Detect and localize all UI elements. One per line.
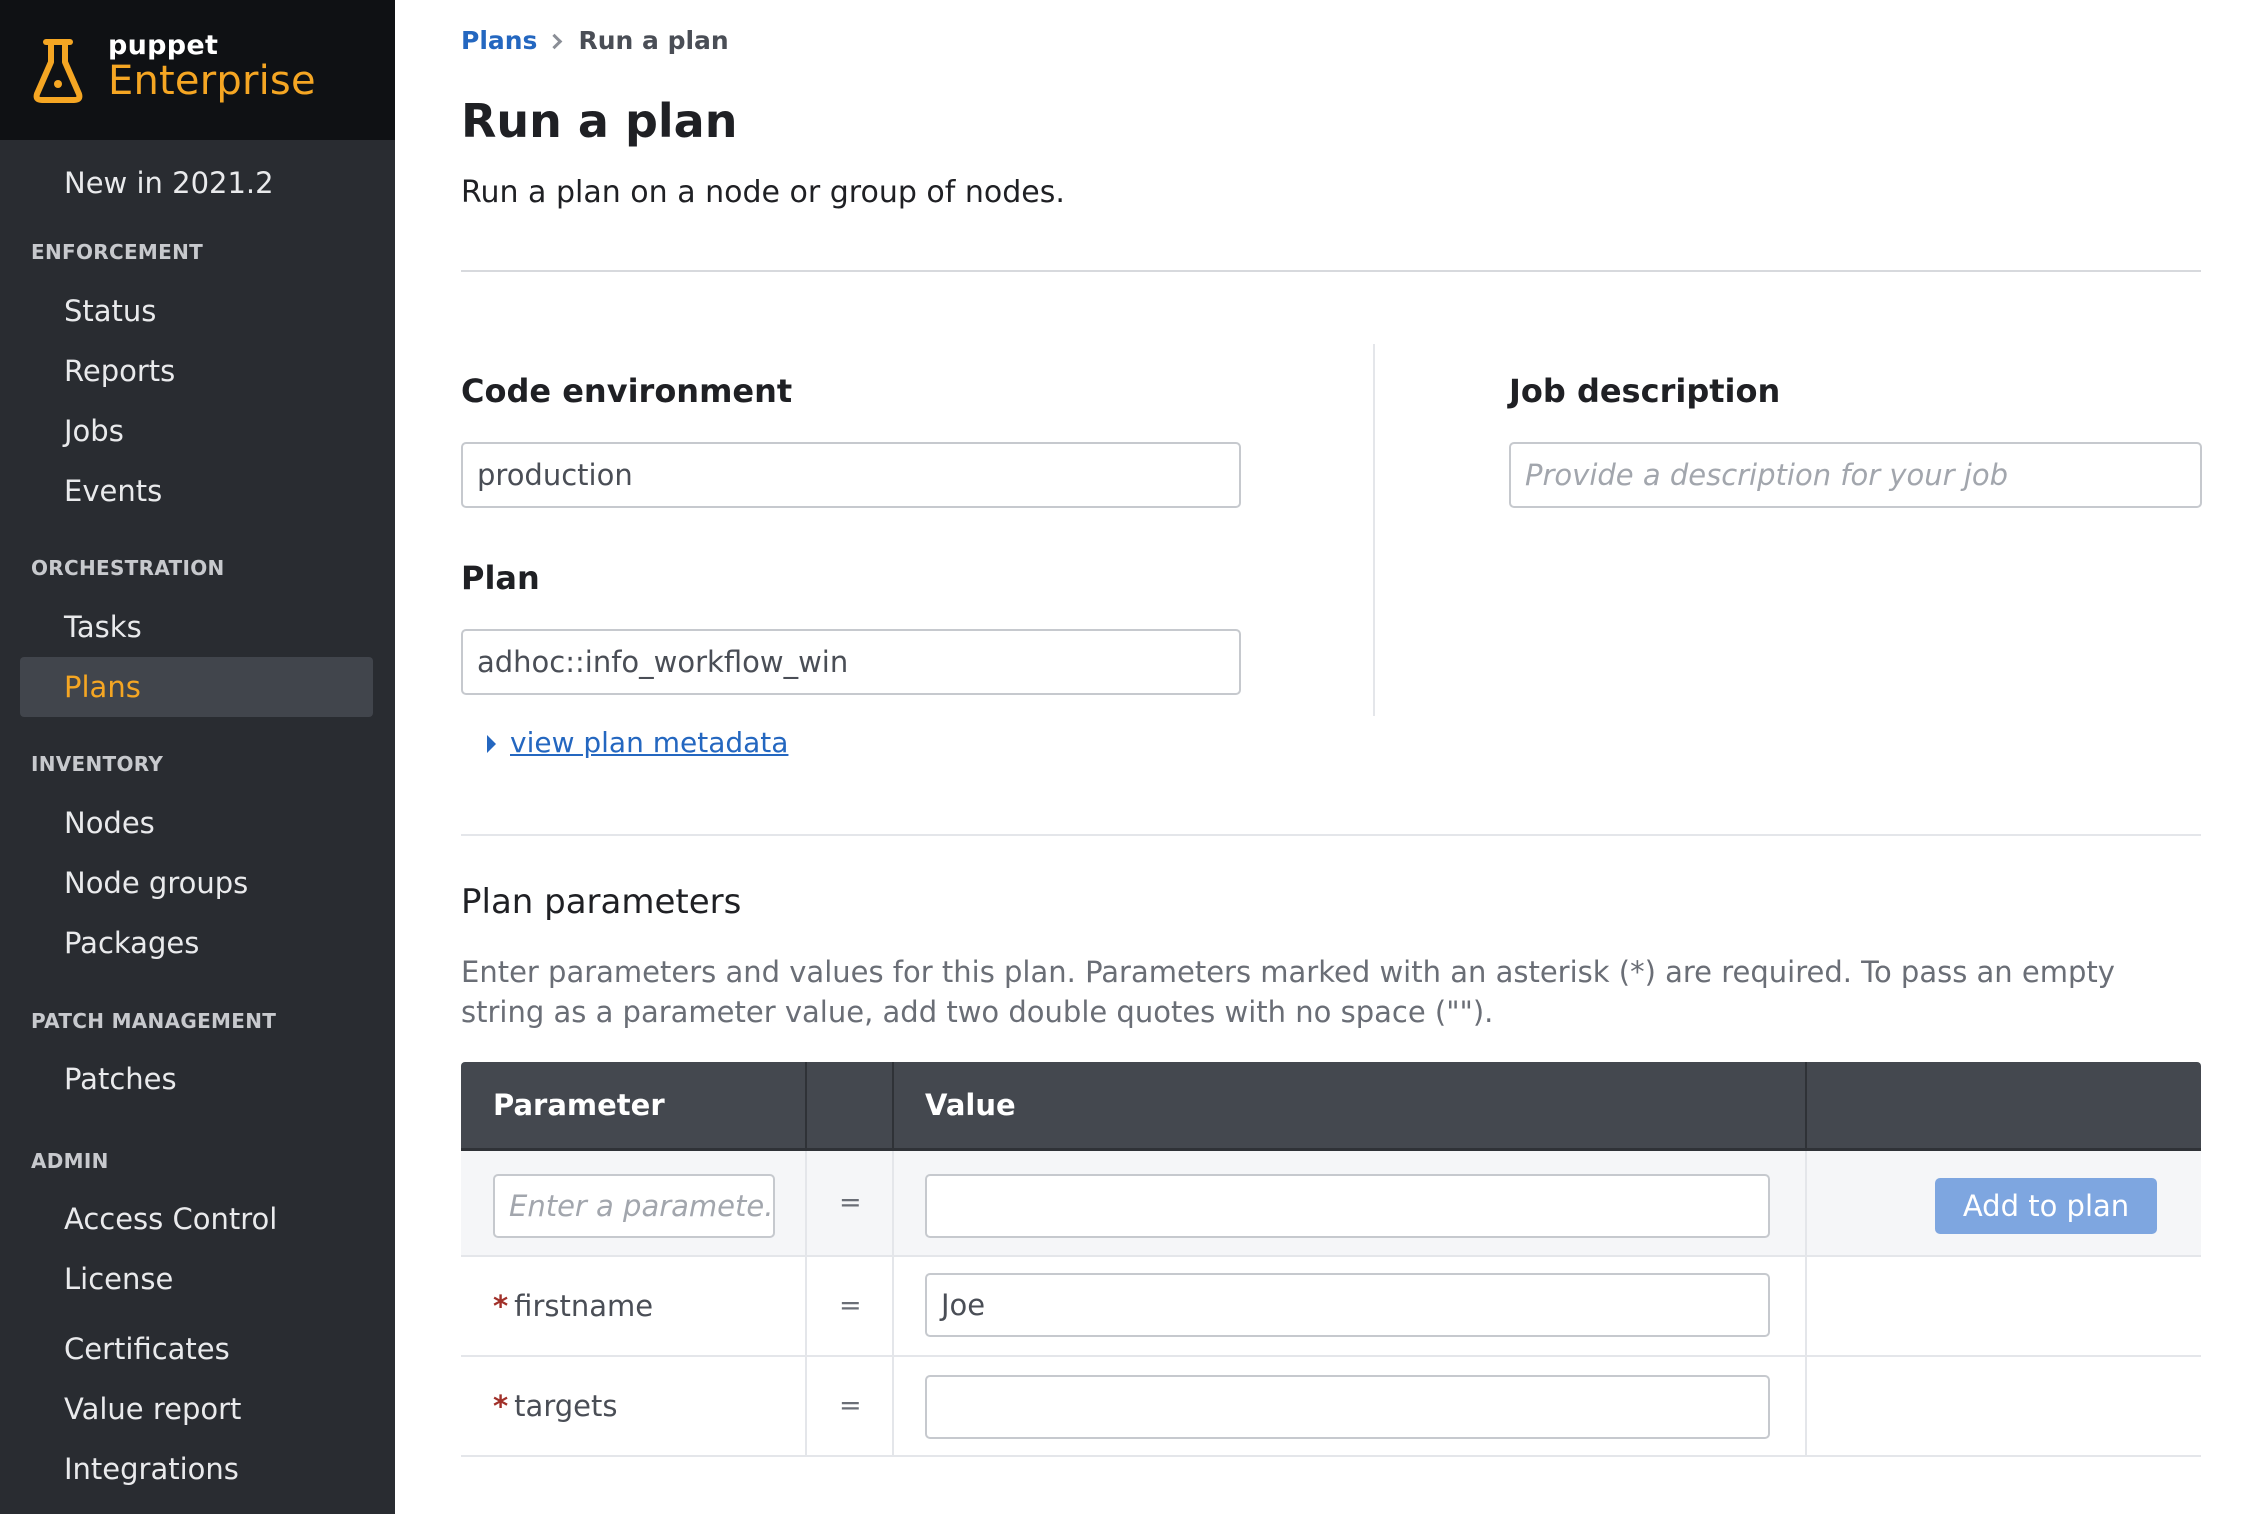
view-plan-metadata-link[interactable]: view plan metadata	[510, 726, 788, 759]
new-parameter-input[interactable]: Enter a paramete...	[493, 1174, 775, 1238]
job-description-label: Job description	[1509, 372, 1781, 410]
new-value-input[interactable]	[925, 1174, 1770, 1238]
sidebar-item-patches[interactable]: Patches	[64, 1062, 177, 1096]
section-divider	[461, 834, 2201, 836]
cell-divider	[805, 1357, 807, 1455]
page-title: Run a plan	[461, 94, 738, 148]
sidebar-item-status[interactable]: Status	[64, 294, 156, 328]
sidebar-item-reports[interactable]: Reports	[64, 354, 175, 388]
table-row-new-parameter: Enter a paramete... = Add to plan	[461, 1151, 2201, 1257]
sidebar-item-integrations[interactable]: Integrations	[64, 1452, 239, 1486]
header-divider	[461, 270, 2201, 272]
plan-input[interactable]: adhoc::info_workflow_win	[461, 629, 1241, 695]
cell-divider	[892, 1151, 894, 1255]
parameter-name: * targets	[493, 1389, 617, 1423]
table-header: Parameter Value	[461, 1062, 2201, 1151]
header-divider-2	[892, 1062, 894, 1148]
header-divider-1	[805, 1062, 807, 1148]
parameter-name-text: targets	[514, 1389, 618, 1423]
parameter-value-input[interactable]: Joe	[925, 1273, 1770, 1337]
form-column-divider	[1373, 344, 1375, 716]
header-divider-3	[1805, 1062, 1807, 1148]
equals-sign: =	[839, 1187, 862, 1218]
sidebar-item-nodes[interactable]: Nodes	[64, 806, 155, 840]
parameter-value-input[interactable]	[925, 1375, 1770, 1439]
add-to-plan-button[interactable]: Add to plan	[1935, 1178, 2157, 1234]
table-row: * targets =	[461, 1357, 2201, 1457]
parameter-name: * firstname	[493, 1289, 653, 1323]
plan-parameters-title: Plan parameters	[461, 882, 742, 922]
sidebar-item-events[interactable]: Events	[64, 474, 162, 508]
flask-icon	[33, 39, 83, 103]
sidebar-item-packages[interactable]: Packages	[64, 926, 199, 960]
sidebar-item-license[interactable]: License	[64, 1262, 173, 1296]
column-header-parameter: Parameter	[493, 1088, 665, 1122]
required-asterisk: *	[493, 1389, 509, 1423]
sidebar-section-inventory: INVENTORY	[31, 752, 164, 776]
code-environment-input[interactable]: production	[461, 442, 1241, 508]
brand-name-small: puppet	[108, 30, 219, 61]
job-description-input[interactable]: Provide a description for your job	[1509, 442, 2202, 508]
caret-right-icon[interactable]	[487, 735, 496, 753]
cell-divider	[805, 1257, 807, 1355]
sidebar-item-node-groups[interactable]: Node groups	[64, 866, 248, 900]
plan-label: Plan	[461, 559, 540, 597]
breadcrumb-plans-link[interactable]: Plans	[461, 26, 537, 55]
sidebar-section-admin: ADMIN	[31, 1149, 109, 1173]
sidebar-item-plans[interactable]: Plans	[64, 670, 141, 704]
plan-parameters-description: Enter parameters and values for this pla…	[461, 955, 2115, 1029]
code-environment-label: Code environment	[461, 372, 793, 410]
cell-divider	[1805, 1357, 1807, 1455]
cell-divider	[1805, 1257, 1807, 1355]
sidebar-item-new[interactable]: New in 2021.2	[64, 166, 274, 200]
cell-divider	[805, 1151, 807, 1255]
sidebar: puppet Enterprise New in 2021.2 ENFORCEM…	[0, 0, 395, 1514]
sidebar-section-enforcement: ENFORCEMENT	[31, 240, 204, 264]
cell-divider	[892, 1357, 894, 1455]
required-asterisk: *	[493, 1289, 509, 1323]
sidebar-section-orchestration: ORCHESTRATION	[31, 556, 225, 580]
breadcrumb: Plans Run a plan	[461, 26, 729, 55]
sidebar-item-access-control[interactable]: Access Control	[64, 1202, 277, 1236]
sidebar-section-patch-management: PATCH MANAGEMENT	[31, 1009, 277, 1033]
cell-divider	[1805, 1151, 1807, 1255]
column-header-value: Value	[925, 1088, 1016, 1122]
chevron-right-icon	[547, 33, 563, 50]
page-subtitle: Run a plan on a node or group of nodes.	[461, 175, 1065, 210]
sidebar-item-jobs[interactable]: Jobs	[64, 414, 124, 448]
parameter-name-text: firstname	[514, 1289, 654, 1323]
equals-sign: =	[839, 1290, 862, 1321]
sidebar-item-certificates[interactable]: Certificates	[64, 1332, 230, 1366]
sidebar-item-value-report[interactable]: Value report	[64, 1392, 241, 1426]
brand-header[interactable]: puppet Enterprise	[0, 0, 395, 140]
cell-divider	[892, 1257, 894, 1355]
table-row: * firstname = Joe	[461, 1257, 2201, 1357]
equals-sign: =	[839, 1390, 862, 1421]
sidebar-item-tasks[interactable]: Tasks	[64, 610, 142, 644]
breadcrumb-current: Run a plan	[578, 26, 729, 55]
brand-name-big: Enterprise	[108, 58, 316, 104]
